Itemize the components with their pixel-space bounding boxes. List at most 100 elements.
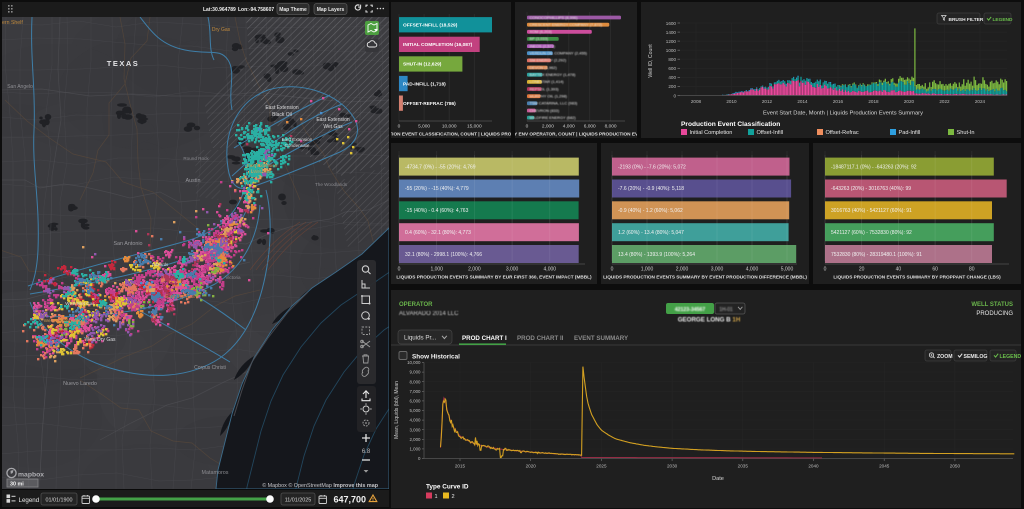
svg-text:8,000: 8,000 <box>605 124 617 130</box>
svg-text:LEGEND: LEGEND <box>1000 354 1022 360</box>
svg-text:Offset-Infill: Offset-Infill <box>757 130 784 136</box>
svg-text:SHUT-IN (12,629): SHUT-IN (12,629) <box>403 62 442 68</box>
svg-text:4,000: 4,000 <box>544 267 557 273</box>
svg-text:WILDFIRE ENERGY (682): WILDFIRE ENERGY (682) <box>530 115 577 120</box>
svg-text:10,000: 10,000 <box>407 360 421 365</box>
svg-text:42123-34567: 42123-34567 <box>675 307 706 313</box>
svg-text:0.4 (60%) - 32.1 (80%): 4,773: 0.4 (60%) - 32.1 (80%): 4,773 <box>405 230 471 236</box>
svg-text:7532830 (80%) - 28319480.1 (10: 7532830 (80%) - 28319480.1 (100%): 91 <box>831 252 922 258</box>
svg-text:11/01/2025: 11/01/2025 <box>285 497 312 503</box>
svg-text:Liquids Pr...: Liquids Pr... <box>404 334 437 341</box>
svg-text:-643263 (20%) - 3016763 (40%):: -643263 (20%) - 3016763 (40%): 99 <box>831 186 911 192</box>
svg-text:MURPHY OIL (1,298): MURPHY OIL (1,298) <box>530 94 568 99</box>
svg-text:2050: 2050 <box>950 464 961 469</box>
svg-text:OFFSET-REFRAC (786): OFFSET-REFRAC (786) <box>403 101 456 107</box>
svg-text:2008: 2008 <box>691 99 702 104</box>
svg-text:1.2 (60%) - 13.4 (80%): 5,047: 1.2 (60%) - 13.4 (80%): 5,047 <box>618 230 684 236</box>
svg-text:2045: 2045 <box>879 464 890 469</box>
svg-text:1H-01: 1H-01 <box>719 307 733 313</box>
svg-text:2035: 2035 <box>738 464 749 469</box>
svg-text:40: 40 <box>896 267 902 273</box>
svg-text:6,000: 6,000 <box>584 124 596 130</box>
svg-text:Dry Gas: Dry Gas <box>212 27 231 33</box>
svg-text:2012: 2012 <box>762 99 773 104</box>
svg-text:BY ENV OPERATOR, COUNT | LIQUI: BY ENV OPERATOR, COUNT | LIQUIDS PRODUCT… <box>515 132 637 137</box>
svg-text:Austin: Austin <box>186 178 201 184</box>
svg-text:01/01/1900: 01/01/1900 <box>46 497 73 503</box>
svg-text:West Dry Gas: West Dry Gas <box>84 337 116 343</box>
svg-text:BRUSH FILTER: BRUSH FILTER <box>949 17 984 23</box>
svg-text:SM ENERGY (2,292): SM ENERGY (2,292) <box>530 58 567 63</box>
svg-text:5,000: 5,000 <box>410 408 422 413</box>
svg-text:-18487117.1 (0%) - -643263 (20: -18487117.1 (0%) - -643263 (20%): 92 <box>831 164 917 170</box>
svg-text:mapbox: mapbox <box>18 471 44 478</box>
svg-text:800: 800 <box>668 57 676 62</box>
svg-text:Victoria: Victoria <box>225 275 241 280</box>
svg-text:2020: 2020 <box>526 464 537 469</box>
svg-text:20: 20 <box>859 267 865 273</box>
svg-text:East Extension: East Extension <box>265 105 299 111</box>
svg-text:© Mapbox © OpenStreetMap Impro: © Mapbox © OpenStreetMap Improve this ma… <box>262 482 379 489</box>
svg-text:San Angelo: San Angelo <box>7 84 33 90</box>
svg-text:CHEVRON (833): CHEVRON (833) <box>530 108 560 113</box>
svg-text:1400: 1400 <box>666 30 677 35</box>
svg-text:2015: 2015 <box>455 464 466 469</box>
svg-text:Event Start Date, Month | Liqu: Event Start Date, Month | Liquids Produc… <box>763 111 923 117</box>
svg-text:Wet Gas: Wet Gas <box>323 124 343 130</box>
svg-text:Legend: Legend <box>19 497 40 504</box>
svg-text:0: 0 <box>611 267 614 273</box>
svg-text:OPERATOR: OPERATOR <box>399 302 433 308</box>
svg-text:1,000: 1,000 <box>641 267 654 273</box>
svg-text:400: 400 <box>668 75 676 80</box>
svg-text:LEGEND: LEGEND <box>993 17 1014 23</box>
svg-text:TSM CATARINA, LLC (983): TSM CATARINA, LLC (983) <box>530 101 579 106</box>
svg-text:Offset-Refrac: Offset-Refrac <box>826 130 859 136</box>
svg-text:Pad-Infill: Pad-Infill <box>899 130 921 136</box>
svg-text:80: 80 <box>969 267 975 273</box>
svg-text:INITIAL COMPLETION (16,087): INITIAL COMPLETION (16,087) <box>403 42 473 48</box>
svg-text:3,000: 3,000 <box>410 427 422 432</box>
svg-text:PRODUCING: PRODUCING <box>976 311 1013 317</box>
svg-text:Production Event Classificatio: Production Event Classification <box>681 121 780 128</box>
svg-text:1: 1 <box>435 494 438 500</box>
svg-text:CTION EVENT CLASSIFICATION, CO: CTION EVENT CLASSIFICATION, COUNT | LIQU… <box>391 132 511 137</box>
svg-text:647,700: 647,700 <box>333 495 366 505</box>
svg-text:Lat:30.964789: Lat:30.964789 <box>203 7 236 13</box>
svg-text:WELL STATUS: WELL STATUS <box>971 302 1013 308</box>
svg-text:4,000: 4,000 <box>410 418 422 423</box>
svg-text:0: 0 <box>824 267 827 273</box>
svg-text:Map Layers: Map Layers <box>317 7 345 13</box>
svg-text:East Extension: East Extension <box>282 137 313 142</box>
svg-text:30 mi: 30 mi <box>10 481 24 487</box>
svg-text:6,000: 6,000 <box>410 399 422 404</box>
svg-text:4,000: 4,000 <box>746 267 759 273</box>
svg-text:2024: 2024 <box>975 99 986 104</box>
svg-text:2020: 2020 <box>904 99 915 104</box>
svg-text:-4734.7 (0%) - -55 (20%): 4,76: -4734.7 (0%) - -55 (20%): 4,769 <box>405 164 476 170</box>
svg-text:2016: 2016 <box>833 99 844 104</box>
svg-text:Condensate: Condensate <box>285 143 310 148</box>
svg-text:7,000: 7,000 <box>410 389 422 394</box>
svg-text:Shut-In: Shut-In <box>957 130 975 136</box>
svg-text:Round Rock: Round Rock <box>183 156 209 161</box>
svg-text:East Extension: East Extension <box>316 117 350 123</box>
svg-text:32.1 (80%) - 2998.1 (100%): 4,: 32.1 (80%) - 2998.1 (100%): 4,766 <box>405 252 482 258</box>
svg-text:BAYTEX ENERGY (1,478): BAYTEX ENERGY (1,478) <box>530 72 577 77</box>
svg-text:Matamoros: Matamoros <box>202 470 229 476</box>
svg-text:0: 0 <box>526 124 529 130</box>
svg-text:-7.6 (20%) - -0.9 (40%): 5,118: -7.6 (20%) - -0.9 (40%): 5,118 <box>618 186 684 192</box>
svg-text:PROD CHART II: PROD CHART II <box>517 335 564 342</box>
svg-text:INEOS (2,571): INEOS (2,571) <box>530 43 556 48</box>
svg-text:0: 0 <box>398 267 401 273</box>
svg-text:-0.9 (40%) - 1.2 (60%): 5,062: -0.9 (40%) - 1.2 (60%): 5,062 <box>618 208 683 214</box>
svg-text:2040: 2040 <box>808 464 819 469</box>
svg-text:ALVARADO 2014 LLC: ALVARADO 2014 LLC <box>399 311 459 317</box>
svg-text:San Antonio: San Antonio <box>113 241 142 247</box>
svg-text:5,000: 5,000 <box>418 124 430 130</box>
svg-text:GEORGE LONG B 1H: GEORGE LONG B 1H <box>678 317 741 324</box>
svg-text:1,000: 1,000 <box>430 267 443 273</box>
svg-text:5421127 (60%) - 7532830 (80%):: 5421127 (60%) - 7532830 (80%): 92 <box>831 230 912 236</box>
svg-text:2010: 2010 <box>726 99 737 104</box>
svg-text:1200: 1200 <box>666 39 677 44</box>
svg-text:2,000: 2,000 <box>676 267 689 273</box>
